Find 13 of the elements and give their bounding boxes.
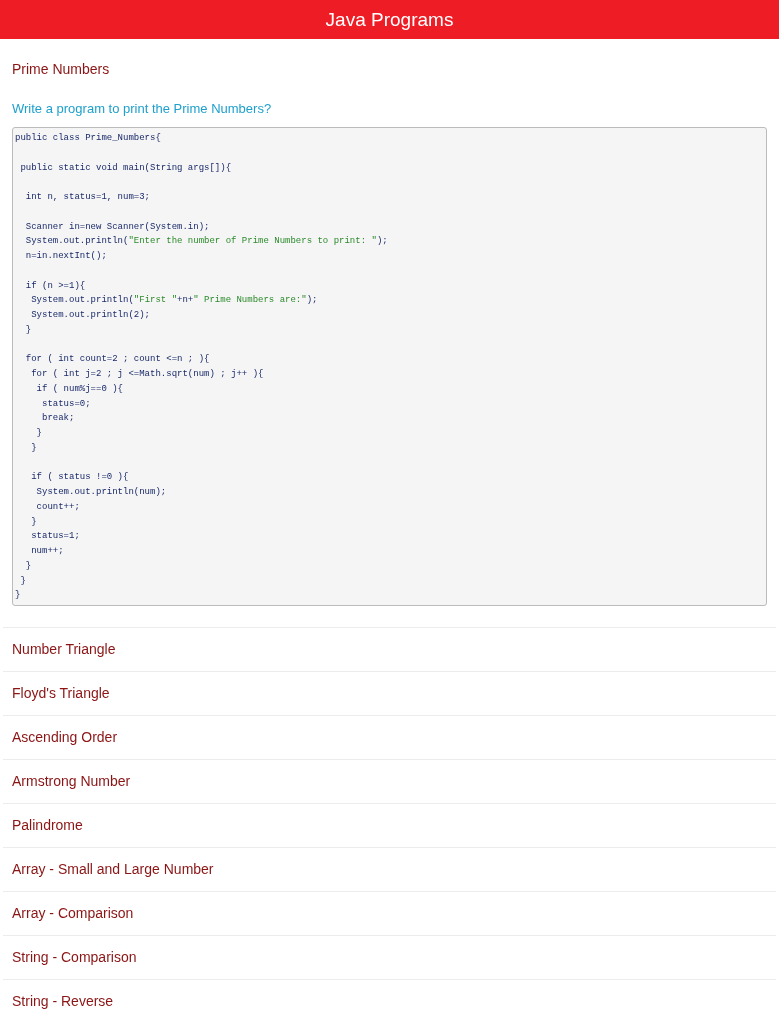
topic-link[interactable]: Palindrome (12, 804, 767, 847)
code-block: public class Prime_Numbers{ public static void main(String args[]){ int n, status=1, num=3; Scanner in=new Scanner(System.in); System.out.println("Enter the number of Prime Numbers to print: "); n=in.nextInt(); if (n >=1){ System.out.println("First "+n+" Prime Numbers are:"); System.out.println(2); } for ( int count=2 ; count <=n ; ){ for ( int j=2 ; j <=Math.sqrt(num) ; j++ ){ if ( num%j==0 ){ status=0; break; } } if ( status !=0 ){ System.out.println(num); count++; } status=1; num++; } } } (12, 127, 767, 606)
topic-link[interactable]: Floyd's Triangle (12, 672, 767, 715)
topic-link[interactable]: String - Reverse (12, 980, 767, 1018)
topic-link[interactable]: Armstrong Number (12, 760, 767, 803)
question-text: Write a program to print the Prime Numbers? (12, 100, 273, 118)
page-title: Java Programs (325, 8, 454, 31)
topic-link[interactable]: Ascending Order (12, 716, 767, 759)
topic-link[interactable]: Array - Small and Large Number (12, 848, 767, 891)
topic-link[interactable]: Array - Comparison (12, 892, 767, 935)
topic-link[interactable]: Prime Numbers (12, 47, 767, 91)
topic-link[interactable]: String - Comparison (12, 936, 767, 979)
topic-link[interactable]: Number Triangle (12, 628, 767, 671)
